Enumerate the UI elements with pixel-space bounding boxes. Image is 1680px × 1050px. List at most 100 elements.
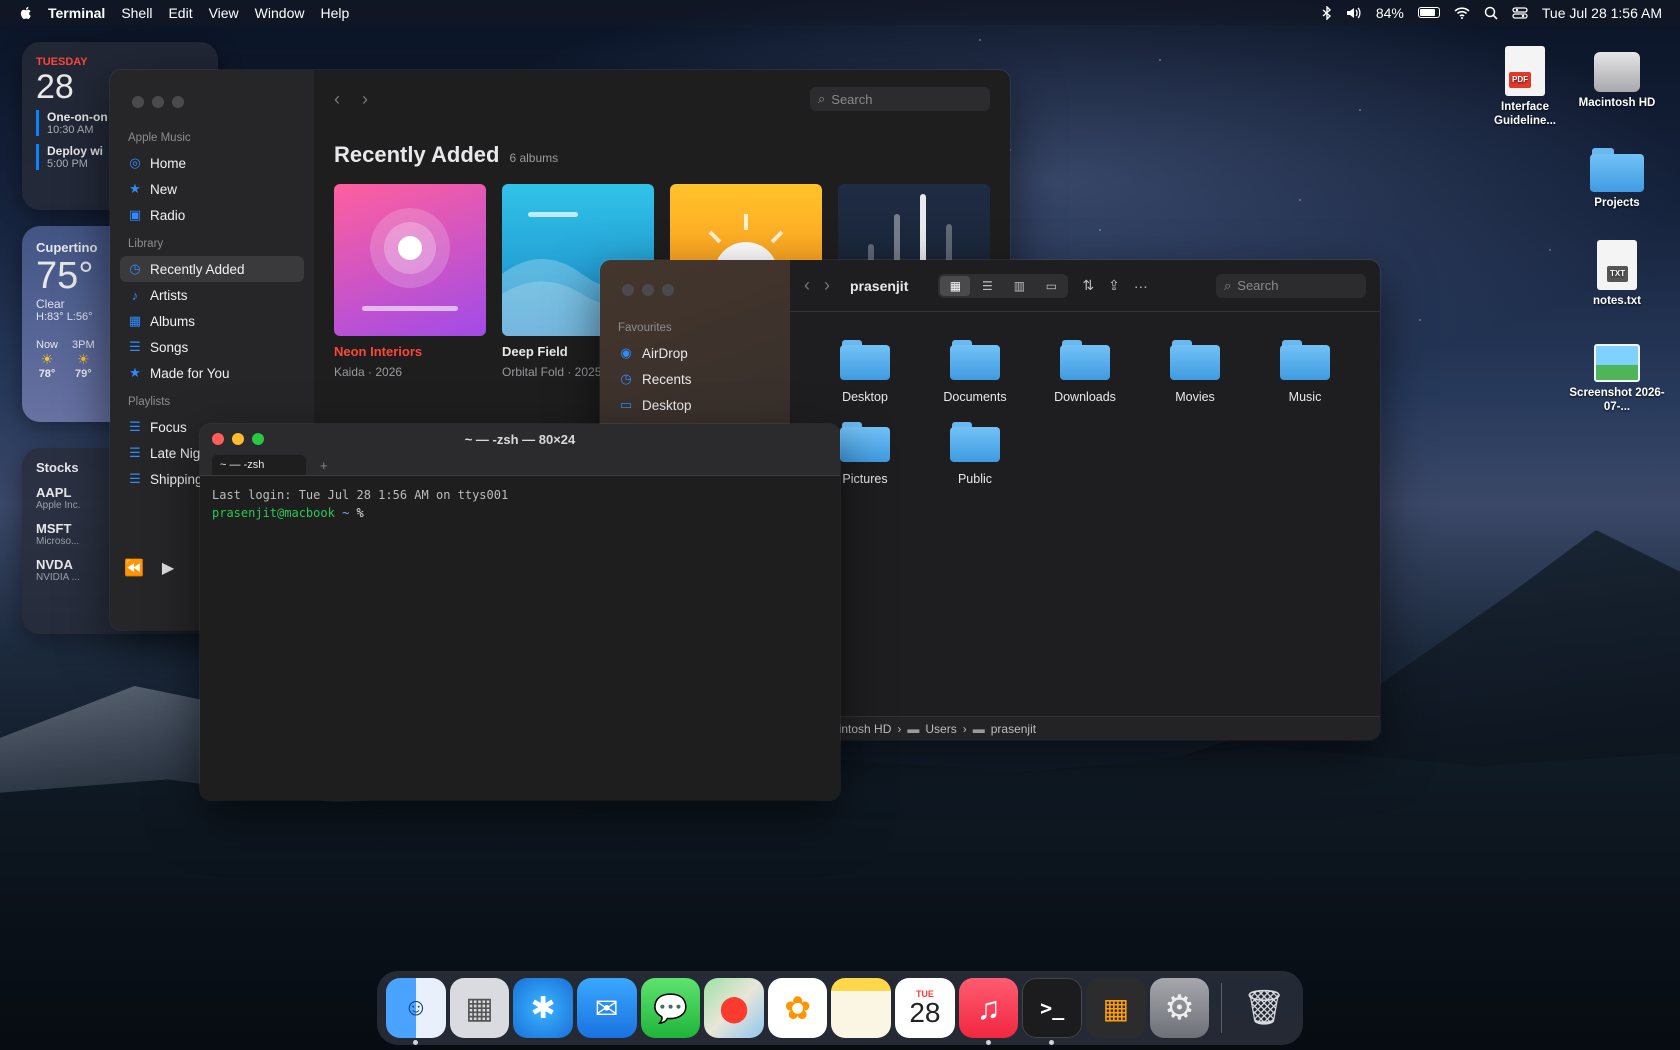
wifi-icon[interactable] xyxy=(1454,6,1470,19)
folder-item[interactable]: Movies xyxy=(1140,340,1250,404)
menu-window[interactable]: Window xyxy=(255,5,305,21)
gallery-view-icon[interactable]: ▭ xyxy=(1036,276,1066,296)
back-chevron-icon[interactable]: ‹ xyxy=(334,89,340,110)
menu-view[interactable]: View xyxy=(209,5,239,21)
mail-icon[interactable]: ✉ xyxy=(576,978,637,1038)
sidebar-item-albums[interactable]: ▦ Albums xyxy=(120,308,304,334)
minimize-button[interactable] xyxy=(232,433,244,445)
minimize-button[interactable] xyxy=(642,284,654,296)
search-icon: ⌕ xyxy=(1224,277,1232,293)
play-icon[interactable]: ▶ xyxy=(162,558,174,578)
folder-label: Public xyxy=(957,472,993,486)
desktop-icon-notes[interactable]: TXT notes.txt xyxy=(1569,240,1665,308)
terminal-output[interactable]: Last login: Tue Jul 28 1:56 AM on ttys00… xyxy=(200,476,840,532)
menu-edit[interactable]: Edit xyxy=(168,5,192,21)
maps-icon[interactable]: ⬤ xyxy=(704,978,764,1038)
sidebar-item-recents[interactable]: ◷ Recents xyxy=(610,366,780,392)
sidebar-item-radio[interactable]: ▣ Radio xyxy=(120,202,304,228)
finder-search-input[interactable]: ⌕ Search xyxy=(1216,273,1366,298)
menu-shell[interactable]: Shell xyxy=(121,5,152,21)
album-art[interactable] xyxy=(334,184,486,336)
apple-icon[interactable] xyxy=(18,5,34,21)
folder-icon xyxy=(1280,340,1330,380)
back-chevron-icon[interactable]: ‹ xyxy=(804,275,810,296)
notes-icon[interactable] xyxy=(831,978,892,1038)
forward-chevron-icon[interactable]: › xyxy=(362,89,368,110)
folder-icon: ▬ xyxy=(972,721,985,736)
desktop-icon-projects[interactable]: Projects xyxy=(1569,148,1665,210)
share-icon[interactable]: ⇪ xyxy=(1108,277,1120,294)
desktop-icon-pdf[interactable]: PDF Interface Guideline... xyxy=(1477,46,1573,128)
close-button[interactable] xyxy=(132,96,144,108)
folder-label: Documents xyxy=(943,390,1007,404)
minimize-button[interactable] xyxy=(152,96,164,108)
window-controls[interactable] xyxy=(622,284,780,296)
sidebar-item-desktop[interactable]: ▭ Desktop xyxy=(610,392,780,418)
folder-item[interactable]: Music xyxy=(1250,340,1360,404)
album-card[interactable]: Neon Interiors Kaida · 2026 xyxy=(334,184,486,379)
mic-icon: ♪ xyxy=(131,287,139,303)
icon-view-icon[interactable]: ▦ xyxy=(940,275,971,296)
messages-icon[interactable]: 💬 xyxy=(640,978,701,1038)
calculator-icon[interactable]: ▦ xyxy=(1086,978,1146,1038)
column-view-icon[interactable]: ▥ xyxy=(1004,276,1034,296)
launchpad-icon[interactable]: ▦ xyxy=(449,978,510,1038)
terminal-titlebar[interactable]: ~ — -zsh — 80×24 xyxy=(200,424,840,454)
list-view-icon[interactable]: ☰ xyxy=(972,276,1002,296)
folder-icon xyxy=(1170,340,1220,380)
sidebar-item-airdrop[interactable]: ◉ AirDrop xyxy=(610,340,780,366)
folder-item[interactable]: Documents xyxy=(920,340,1030,404)
spotlight-icon[interactable] xyxy=(1484,6,1498,20)
folder-item[interactable]: Public xyxy=(920,422,1030,486)
settings-icon[interactable]: ⚙ xyxy=(1149,978,1210,1038)
album-count: 6 albums xyxy=(509,151,559,165)
sidebar-item-made-for-you[interactable]: ★ Made for You xyxy=(120,360,304,386)
window-controls[interactable] xyxy=(132,96,304,108)
terminal-tab[interactable]: ~ — -zsh xyxy=(212,455,306,475)
music-search-input[interactable]: ⌕ Search xyxy=(810,87,990,111)
sidebar-item-home[interactable]: ◎ Home xyxy=(120,150,304,176)
terminal-window[interactable]: ~ — -zsh — 80×24 ~ — -zsh + Last login: … xyxy=(200,424,840,800)
calendar-icon[interactable]: TUE 28 xyxy=(895,978,955,1038)
more-icon[interactable]: ··· xyxy=(1134,278,1148,294)
desktop-icon-screenshot[interactable]: Screenshot 2026-07-... xyxy=(1569,344,1665,414)
sidebar-item-new[interactable]: ★ New xyxy=(120,176,304,202)
radio-icon: ▣ xyxy=(128,207,142,222)
prompt-line[interactable]: prasenjit@macbook ~ % xyxy=(212,504,828,522)
forward-chevron-icon[interactable]: › xyxy=(824,275,830,296)
music-icon[interactable]: ♫ xyxy=(958,978,1019,1045)
album-title[interactable]: Neon Interiors xyxy=(334,344,486,359)
rewind-icon[interactable]: ⏪ xyxy=(124,558,144,578)
sidebar-item-recently-added[interactable]: ◷ Recently Added xyxy=(120,256,304,282)
close-button[interactable] xyxy=(212,433,224,445)
path-segment[interactable]: prasenjit xyxy=(991,722,1036,736)
menu-app-name[interactable]: Terminal xyxy=(48,5,105,21)
folder-icon xyxy=(840,340,890,380)
new-tab-button[interactable]: + xyxy=(320,455,328,475)
safari-icon[interactable]: ✱ xyxy=(513,978,573,1038)
window-controls[interactable] xyxy=(212,433,264,445)
zoom-button[interactable] xyxy=(172,96,184,108)
terminal-icon[interactable]: >_ xyxy=(1022,978,1083,1045)
path-segment[interactable]: Users xyxy=(925,722,956,736)
zoom-button[interactable] xyxy=(662,284,674,296)
close-button[interactable] xyxy=(622,284,634,296)
sidebar-item-songs[interactable]: ☰ Songs xyxy=(120,334,304,360)
folder-item[interactable]: Downloads xyxy=(1030,340,1140,404)
photos-icon[interactable]: ✿ xyxy=(767,978,828,1038)
menu-help[interactable]: Help xyxy=(320,5,349,21)
volume-icon[interactable] xyxy=(1346,6,1362,20)
battery-icon[interactable] xyxy=(1417,7,1440,18)
menu-clock[interactable]: Tue Jul 28 1:56 AM xyxy=(1542,5,1662,21)
desktop-icon-hd[interactable]: Macintosh HD xyxy=(1569,52,1665,110)
sidebar-item-artists[interactable]: ♪ Artists xyxy=(120,282,304,308)
view-mode-control[interactable]: ▦ ☰ ▥ ▭ xyxy=(938,273,1069,298)
zoom-button[interactable] xyxy=(252,433,264,445)
sort-icon[interactable]: ⇅ xyxy=(1082,277,1094,294)
folder-label: Downloads xyxy=(1054,390,1116,404)
folder-item[interactable]: Desktop xyxy=(810,340,920,404)
control-center-icon[interactable] xyxy=(1512,6,1528,19)
bluetooth-icon[interactable] xyxy=(1322,5,1332,20)
finder-icon[interactable]: ☺ xyxy=(386,978,446,1045)
trash-icon[interactable]: 🗑 xyxy=(1234,978,1294,1038)
